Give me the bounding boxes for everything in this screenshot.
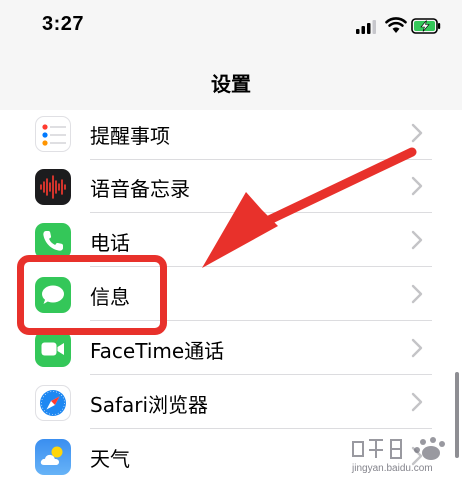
cellular-signal-icon	[356, 20, 376, 34]
settings-row-label: 天气	[90, 447, 130, 471]
settings-row-safari[interactable]: Safari浏览器	[0, 376, 462, 429]
settings-row-label: 提醒事项	[90, 124, 170, 148]
safari-icon	[35, 385, 71, 421]
page-title: 设置	[211, 72, 251, 96]
annotation-highlight-box	[17, 255, 167, 335]
scroll-indicator[interactable]	[455, 372, 459, 458]
chevron-right-icon	[411, 230, 423, 250]
chevron-right-icon	[411, 338, 423, 358]
settings-row-label: 电话	[90, 231, 130, 255]
status-bar: 3:27	[0, 0, 462, 54]
reminders-icon	[35, 116, 71, 152]
chevron-right-icon	[411, 284, 423, 304]
phone-icon	[35, 223, 71, 259]
watermark-text: jingyan.baidu.com	[352, 463, 433, 474]
settings-row-voice-memos[interactable]: 语音备忘录	[0, 160, 462, 213]
row-divider	[90, 374, 432, 375]
row-divider	[90, 428, 432, 429]
navigation-bar: 设置	[0, 54, 462, 111]
voice-memos-icon	[35, 169, 71, 205]
status-time: 3:27	[42, 13, 85, 35]
settings-row-reminders[interactable]: 提醒事项	[0, 107, 462, 160]
settings-row-label: Safari浏览器	[90, 393, 209, 417]
wifi-icon	[385, 17, 407, 33]
chevron-right-icon	[411, 392, 423, 412]
battery-charging-icon	[411, 18, 441, 34]
chevron-right-icon	[411, 176, 423, 196]
chevron-right-icon	[411, 123, 423, 143]
settings-row-label: FaceTime通话	[90, 339, 225, 363]
row-divider	[90, 212, 432, 213]
weather-icon	[35, 439, 71, 475]
settings-row-label: 语音备忘录	[90, 177, 190, 201]
facetime-icon	[35, 331, 71, 367]
